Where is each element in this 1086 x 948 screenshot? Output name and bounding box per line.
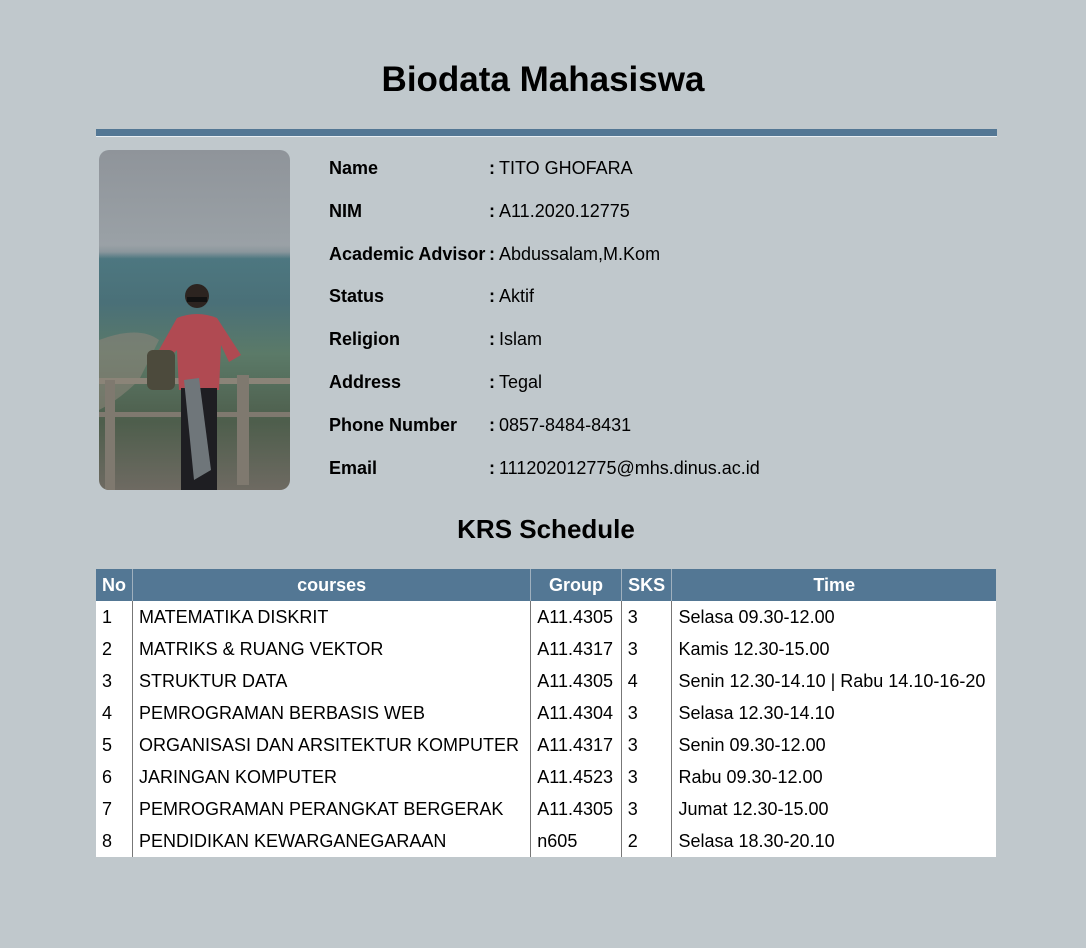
table-cell: 4	[620, 665, 672, 697]
table-cell: 2	[620, 825, 672, 857]
table-row: 6 JARINGAN KOMPUTER A11.4523 3 Rabu 09.30-12…	[96, 761, 996, 793]
page-title: Biodata Mahasiswa	[381, 60, 705, 99]
table-cell: MATRIKS & RUANG VEKTOR	[131, 633, 531, 665]
krs-title: KRS Schedule	[457, 514, 635, 544]
table-cell: MATEMATIKA DISKRIT	[131, 601, 531, 633]
table-cell: 5	[96, 729, 133, 761]
table-row: 8 PENDIDIKAN KEWARGANEGARAAN n605 2 Selasa 1…	[96, 825, 996, 857]
table-cell: STRUKTUR DATA	[131, 665, 531, 697]
table-cell: 2	[96, 633, 133, 665]
info-row-email: Email:111202012775@mhs.dinus.ac.id	[329, 458, 760, 501]
info-label: Name	[329, 158, 379, 178]
column-header: SKS	[620, 569, 672, 601]
table-cell: 6	[96, 761, 133, 793]
table-cell: n605	[530, 825, 622, 857]
table-cell: 3	[96, 665, 133, 697]
table-row: 2 MATRIKS & RUANG VEKTOR A11.4317 3 Kamis 12…	[96, 633, 996, 665]
table-cell: 7	[96, 793, 133, 825]
table-cell: Kamis 12.30-15.00	[671, 633, 996, 665]
column-header: courses	[131, 569, 531, 601]
colon: :	[489, 286, 495, 307]
table-cell: 3	[620, 633, 672, 665]
table-cell: A11.4317	[530, 633, 622, 665]
info-row-name: Name: TITO GHOFARA	[329, 158, 760, 201]
info-label: Address	[329, 371, 402, 392]
info-label: Academic Advisor	[329, 243, 486, 264]
colon: :	[489, 371, 495, 392]
table-cell: Selasa 18.30-20.10	[671, 825, 996, 857]
table-cell: Rabu 09.30-12.00	[671, 761, 996, 793]
info-row-religion: Religion: Islam	[329, 329, 760, 372]
table-cell: Senin 12.30-14.10 | Rabu 14.10-16-20	[671, 665, 996, 697]
table-cell: A11.4523	[530, 761, 622, 793]
table-cell: 4	[96, 697, 133, 729]
info-value: Abdussalam,M.Kom	[499, 243, 661, 264]
student-photo	[99, 150, 290, 490]
krs-table: No courses Group SKS Time 1 MATEMATIKA DISKRI…	[96, 569, 996, 857]
colon: :	[489, 414, 495, 435]
table-cell: 3	[620, 793, 672, 825]
info-value: Aktif	[499, 286, 535, 307]
table-row: 3 STRUKTUR DATA A11.4305 4 Senin 12.30-14.10…	[96, 665, 996, 697]
table-row: 5 ORGANISASI DAN ARSITEKTUR KOMPUTER A11.4…	[96, 729, 996, 761]
info-label: Email	[329, 457, 378, 478]
info-value: A11.2020.12775	[499, 200, 630, 221]
table-cell: JARINGAN KOMPUTER	[131, 761, 531, 793]
table-cell: ORGANISASI DAN ARSITEKTUR KOMPUTER	[131, 729, 531, 761]
table-cell: PEMROGRAMAN BERBASIS WEB	[131, 697, 531, 729]
table-cell: 8	[96, 825, 133, 857]
table-row: 1 MATEMATIKA DISKRIT A11.4305 3 Selasa 09.30…	[96, 601, 996, 633]
info-row-academic-advisor: Academic Advisor: Abdussalam,M.Kom	[329, 244, 760, 287]
table-row: 7 PEMROGRAMAN PERANGKAT BERGERAK A11.4305 3…	[96, 793, 996, 825]
table-cell: Senin 09.30-12.00	[671, 729, 996, 761]
table-cell: Selasa 09.30-12.00	[671, 601, 996, 633]
table-cell: A11.4317	[530, 729, 622, 761]
colon: :	[489, 457, 495, 478]
colon: :	[489, 329, 495, 350]
colon: :	[489, 243, 495, 264]
table-cell: A11.4305	[530, 601, 622, 633]
table-cell: 3	[620, 601, 672, 633]
info-label: Phone Number	[329, 414, 458, 435]
table-row: 4 PEMROGRAMAN BERBASIS WEB A11.4304 3 Selasa…	[96, 697, 996, 729]
table-cell: Jumat 12.30-15.00	[671, 793, 996, 825]
table-cell: PENDIDIKAN KEWARGANEGARAAN	[131, 825, 531, 857]
info-value: 111202012775@mhs.dinus.ac.id	[499, 457, 760, 478]
table-cell: 3	[620, 761, 672, 793]
info-label: Status	[329, 286, 385, 307]
table-cell: PEMROGRAMAN PERANGKAT BERGERAK	[131, 793, 531, 825]
table-cell: 3	[620, 729, 672, 761]
column-header: Group	[530, 569, 622, 601]
table-cell: A11.4305	[530, 793, 622, 825]
table-cell: A11.4305	[530, 665, 622, 697]
table-cell: 3	[620, 697, 672, 729]
info-value: 0857-8484-8431	[499, 414, 632, 435]
info-label: NIM	[329, 200, 362, 221]
column-header: No	[96, 569, 133, 601]
table-cell: A11.4304	[530, 697, 622, 729]
info-row-phone-number: Phone Number:0857-8484-8431	[329, 415, 760, 458]
colon: :	[489, 158, 495, 178]
info-row-status: Status: Aktif	[329, 286, 760, 329]
table-cell: 1	[96, 601, 133, 633]
info-value: Islam	[499, 329, 543, 350]
column-header: Time	[671, 569, 996, 601]
info-row-address: Address: Tegal	[329, 372, 760, 415]
info-value: Tegal	[499, 371, 543, 392]
biodata-list: Name: TITO GHOFARA NIM: A11.2020.12775 Acade…	[329, 158, 760, 500]
info-row-nim: NIM: A11.2020.12775	[329, 201, 760, 244]
table-cell: Selasa 12.30-14.10	[671, 697, 996, 729]
info-value: TITO GHOFARA	[499, 158, 633, 178]
info-label: Religion	[329, 329, 400, 350]
divider	[96, 129, 997, 137]
colon: :	[489, 200, 495, 221]
